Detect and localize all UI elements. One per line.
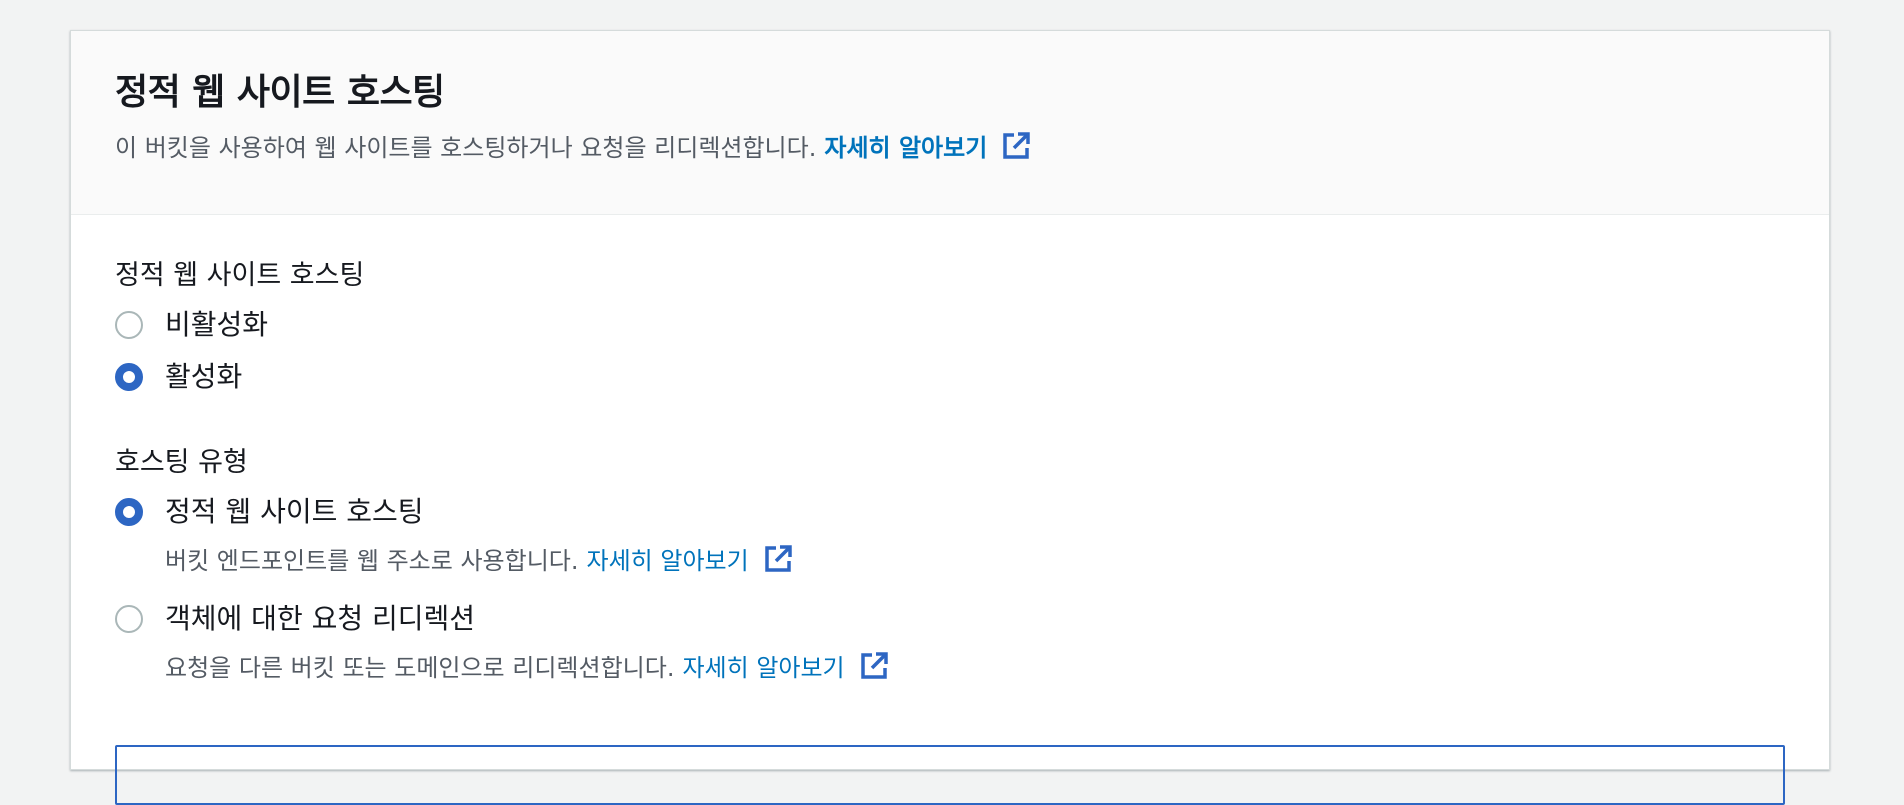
- external-link-icon[interactable]: [1001, 131, 1031, 161]
- panel-description-text: 이 버킷을 사용하여 웹 사이트를 호스팅하거나 요청을 리디렉션합니다.: [115, 134, 817, 163]
- radio-option-static-hosting[interactable]: 정적 웹 사이트 호스팅 버킷 엔드포인트를 웹 주소로 사용합니다. 자세히 …: [115, 493, 1785, 576]
- hosting-type-label: 호스팅 유형: [115, 447, 248, 478]
- static-hosting-description-text: 버킷 엔드포인트를 웹 주소로 사용합니다.: [165, 547, 579, 575]
- redirect-learn-more-link[interactable]: 자세히 알아보기: [682, 648, 844, 683]
- static-hosting-learn-more-link[interactable]: 자세히 알아보기: [587, 541, 749, 576]
- redirect-description: 요청을 다른 버킷 또는 도메인으로 리디렉션합니다. 자세히 알아보기: [165, 648, 889, 683]
- panel-body: 정적 웹 사이트 호스팅 비활성화 활성화 호스팅 유형 정적 웹 사이트 호스…: [71, 215, 1829, 683]
- radio-option-disable[interactable]: 비활성화: [115, 306, 1785, 344]
- redirect-description-text: 요청을 다른 버킷 또는 도메인으로 리디렉션합니다.: [165, 654, 675, 682]
- enable-radio-label[interactable]: 활성화: [165, 358, 242, 396]
- panel-header: 정적 웹 사이트 호스팅 이 버킷을 사용하여 웹 사이트를 호스팅하거나 요청…: [71, 31, 1829, 215]
- redirect-radio-label[interactable]: 객체에 대한 요청 리디렉션: [165, 600, 889, 638]
- radio-option-enable[interactable]: 활성화: [115, 358, 1785, 396]
- document-input-field[interactable]: [115, 745, 1785, 805]
- disable-radio[interactable]: [115, 311, 143, 339]
- static-hosting-description: 버킷 엔드포인트를 웹 주소로 사용합니다. 자세히 알아보기: [165, 541, 793, 576]
- enable-radio[interactable]: [115, 363, 143, 391]
- external-link-icon[interactable]: [859, 651, 889, 681]
- static-hosting-radio[interactable]: [115, 498, 143, 526]
- panel-description: 이 버킷을 사용하여 웹 사이트를 호스팅하거나 요청을 리디렉션합니다. 자세…: [115, 128, 1785, 163]
- external-link-icon[interactable]: [763, 544, 793, 574]
- disable-radio-label[interactable]: 비활성화: [165, 306, 268, 344]
- learn-more-link[interactable]: 자세히 알아보기: [824, 128, 987, 163]
- hosting-toggle-label: 정적 웹 사이트 호스팅: [115, 260, 365, 291]
- radio-option-redirect[interactable]: 객체에 대한 요청 리디렉션 요청을 다른 버킷 또는 도메인으로 리디렉션합니…: [115, 600, 1785, 683]
- static-hosting-radio-label[interactable]: 정적 웹 사이트 호스팅: [165, 493, 793, 531]
- static-website-hosting-panel: 정적 웹 사이트 호스팅 이 버킷을 사용하여 웹 사이트를 호스팅하거나 요청…: [70, 30, 1830, 805]
- panel-title: 정적 웹 사이트 호스팅: [115, 72, 445, 113]
- redirect-radio[interactable]: [115, 605, 143, 633]
